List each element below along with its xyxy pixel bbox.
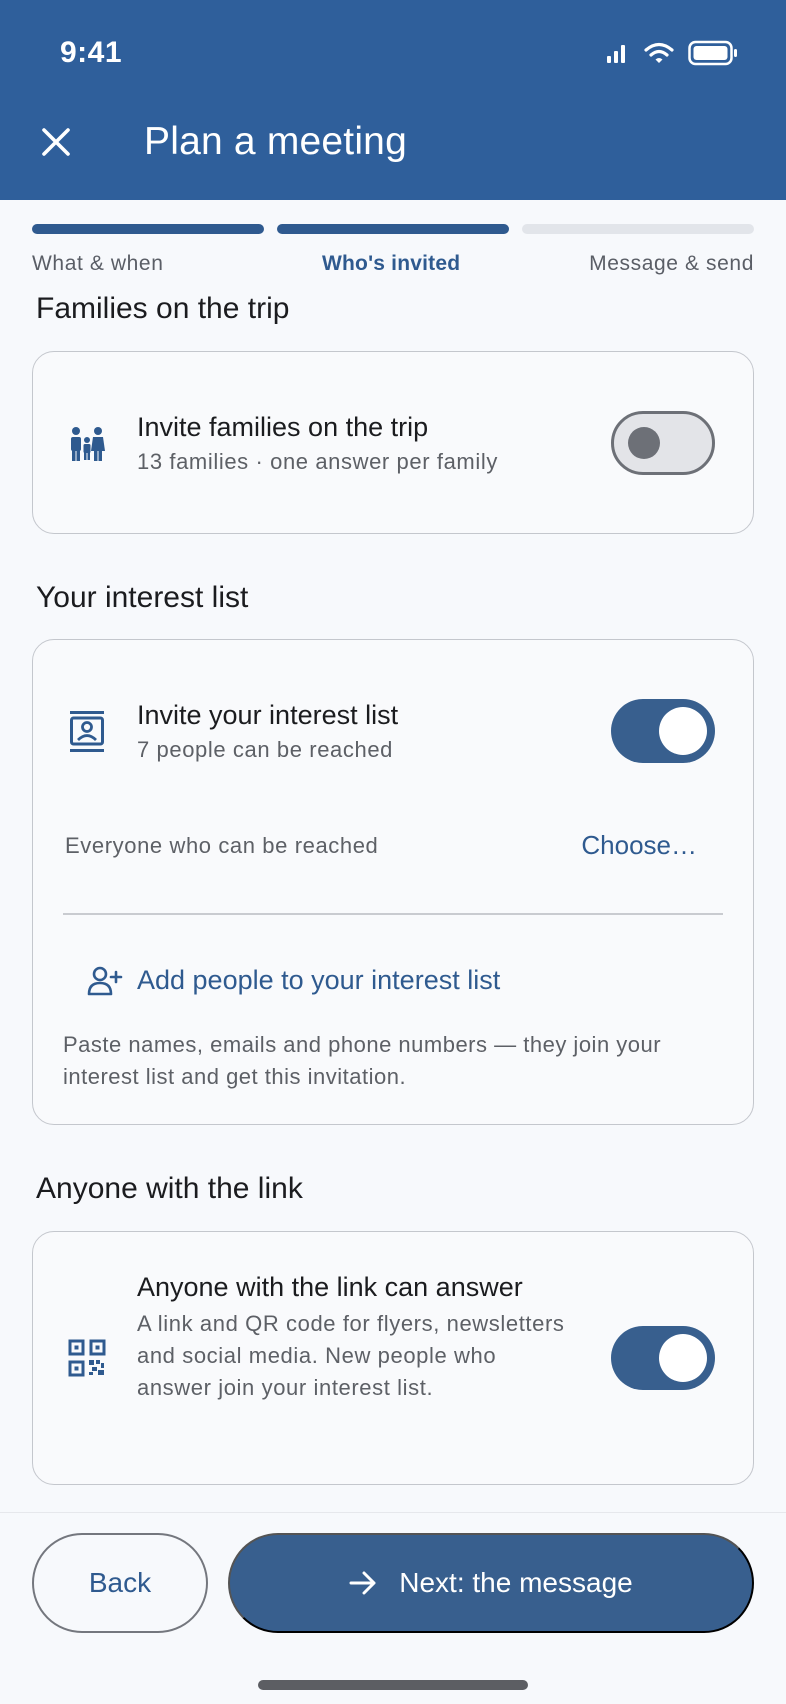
step-label-what-when: What & when	[32, 252, 164, 275]
battery-icon	[688, 40, 738, 71]
link-subtitle: A link and QR code for flyers, newslette…	[137, 1311, 565, 1400]
page-title: Plan a meeting	[144, 120, 407, 163]
add-person-icon	[87, 966, 123, 995]
interest-toggle[interactable]	[611, 699, 715, 763]
home-indicator	[258, 1680, 528, 1690]
reach-label: Everyone who can be reached	[65, 833, 379, 858]
choose-button[interactable]: Choose…	[581, 830, 697, 861]
status-icons	[606, 40, 738, 71]
divider	[63, 913, 723, 915]
families-title: Invite families on the trip	[137, 412, 429, 442]
wifi-icon	[644, 42, 674, 69]
link-card: Anyone with the link can answer A link a…	[32, 1231, 754, 1485]
add-people-label: Add people to your interest list	[137, 965, 501, 995]
add-people-button[interactable]: Add people to your interest list	[87, 965, 500, 996]
interest-card: Invite your interest list 7 people can b…	[32, 639, 754, 1125]
back-button[interactable]: Back	[32, 1533, 208, 1633]
signal-icon	[606, 42, 630, 69]
footer-actions: Back Next: the message	[0, 1512, 786, 1704]
family-icon	[67, 424, 107, 464]
step-label-message-send: Message & send	[589, 252, 754, 275]
step-bar-whos-invited	[277, 224, 509, 234]
families-subtitle: 13 families · one answer per family	[137, 449, 498, 474]
interest-help-text: Paste names, emails and phone numbers — …	[63, 1032, 662, 1089]
interest-title: Invite your interest list	[137, 700, 399, 730]
link-toggle[interactable]	[611, 1326, 715, 1390]
families-toggle[interactable]	[611, 411, 715, 475]
qr-code-icon	[67, 1338, 107, 1378]
step-bar-message-send	[522, 224, 754, 234]
families-card: Invite families on the trip 13 families …	[32, 351, 754, 534]
next-button[interactable]: Next: the message	[228, 1533, 754, 1633]
toggle-knob	[628, 427, 660, 459]
close-icon	[42, 128, 70, 156]
status-time: 9:41	[60, 36, 123, 69]
toggle-knob	[659, 1334, 707, 1382]
app-header: 9:41 Plan a meeting	[0, 0, 786, 200]
families-section-title: Families on the trip	[36, 292, 290, 325]
progress-stepper: What & when Who's invited Message & send	[32, 224, 754, 280]
link-title: Anyone with the link can answer	[137, 1272, 523, 1302]
interest-subtitle: 7 people can be reached	[137, 737, 393, 762]
toggle-knob	[659, 707, 707, 755]
interest-section-title: Your interest list	[36, 581, 249, 614]
contact-card-icon	[67, 711, 107, 752]
step-bar-what-when	[32, 224, 264, 234]
arrow-right-icon	[349, 1571, 376, 1595]
close-button[interactable]	[30, 116, 82, 168]
step-label-whos-invited: Who's invited	[322, 252, 461, 275]
next-button-label: Next: the message	[399, 1567, 633, 1598]
link-section-title: Anyone with the link	[36, 1172, 303, 1205]
